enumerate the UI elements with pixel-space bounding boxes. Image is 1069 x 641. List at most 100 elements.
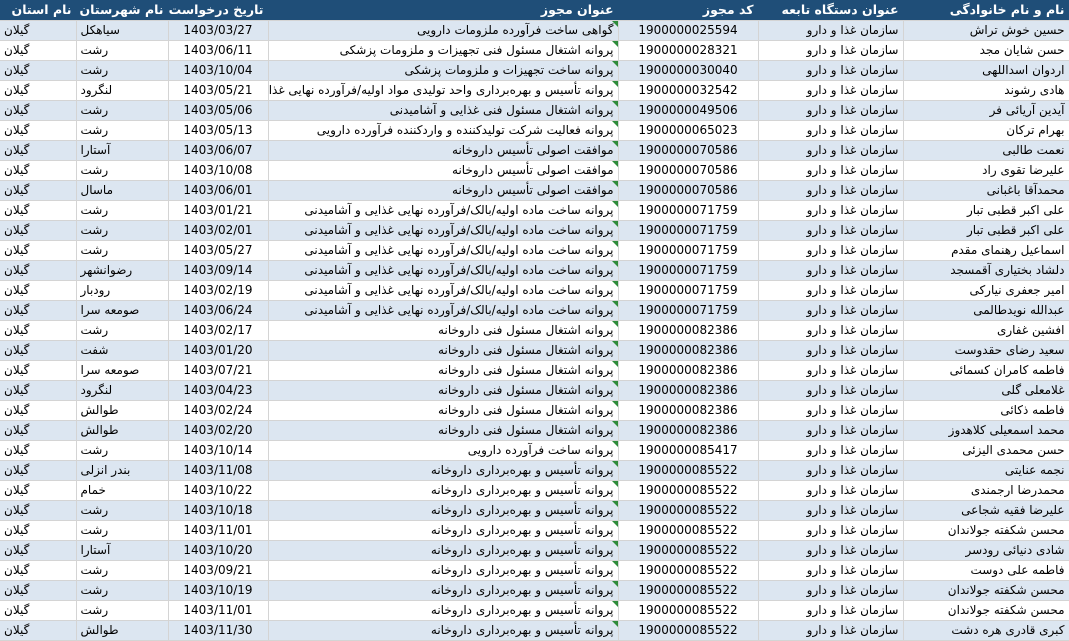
cell-title[interactable]: پروانه اشتغال مسئول فنی داروخانه [268, 340, 619, 361]
cell-name[interactable]: آیدین آریائی فر [903, 100, 1069, 121]
cell-title[interactable]: پروانه اشتغال مسئول فنی داروخانه [268, 380, 619, 401]
cell-date[interactable]: 1403/04/23 [168, 380, 269, 401]
cell-name[interactable]: محمدآقا باغبانی [903, 180, 1069, 201]
cell-name[interactable]: بهرام ترکان [903, 120, 1069, 141]
cell-province[interactable]: گیلان [0, 440, 77, 461]
cell-city[interactable]: بندر انزلی [76, 460, 169, 481]
cell-date[interactable]: 1403/06/07 [168, 140, 269, 161]
cell-org[interactable]: سازمان غذا و دارو [758, 320, 904, 341]
table-row[interactable]: غلامعلی گلی سازمان غذا و دارو 190000008238… [0, 380, 1069, 401]
column-header-name[interactable]: نام و نام خانوادگی [903, 0, 1069, 21]
cell-date[interactable]: 1403/03/27 [168, 20, 269, 41]
cell-province[interactable]: گیلان [0, 580, 77, 601]
cell-code[interactable]: 1900000085522 [618, 580, 759, 601]
cell-title[interactable]: پروانه تأسیس و بهره‌برداری داروخانه [268, 460, 619, 481]
cell-title[interactable]: پروانه اشتغال مسئول فنی داروخانه [268, 320, 619, 341]
cell-city[interactable]: طوالش [76, 400, 169, 421]
cell-city[interactable]: رشت [76, 160, 169, 181]
cell-date[interactable]: 1403/05/13 [168, 120, 269, 141]
cell-org[interactable]: سازمان غذا و دارو [758, 500, 904, 521]
table-row[interactable]: محمدرضا ارجمندی سازمان غذا و دارو 19000000… [0, 480, 1069, 501]
cell-title[interactable]: پروانه ساخت تجهیزات و ملزومات پزشکی [268, 60, 619, 81]
cell-title[interactable]: پروانه ساخت فرآورده دارویی [268, 440, 619, 461]
cell-name[interactable]: فاطمه ذکائی [903, 400, 1069, 421]
cell-title[interactable]: پروانه اشتغال مسئول فنی داروخانه [268, 360, 619, 381]
column-header-province[interactable]: نام استان [0, 0, 77, 21]
cell-code[interactable]: 1900000071759 [618, 220, 759, 241]
cell-name[interactable]: محمدرضا ارجمندی [903, 480, 1069, 501]
cell-code[interactable]: 1900000071759 [618, 200, 759, 221]
cell-city[interactable]: رشت [76, 120, 169, 141]
cell-city[interactable]: رشت [76, 580, 169, 601]
cell-city[interactable]: ماسال [76, 180, 169, 201]
cell-title[interactable]: پروانه تأسیس و بهره‌برداری داروخانه [268, 620, 619, 641]
cell-city[interactable]: آستارا [76, 540, 169, 561]
cell-name[interactable]: علیرضا فقیه شجاعی [903, 500, 1069, 521]
cell-code[interactable]: 1900000070586 [618, 180, 759, 201]
cell-org[interactable]: سازمان غذا و دارو [758, 400, 904, 421]
cell-province[interactable]: گیلان [0, 620, 77, 641]
cell-province[interactable]: گیلان [0, 340, 77, 361]
cell-province[interactable]: گیلان [0, 120, 77, 141]
cell-org[interactable]: سازمان غذا و دارو [758, 460, 904, 481]
cell-province[interactable]: گیلان [0, 260, 77, 281]
table-row[interactable]: علیرضا تقوی راد سازمان غذا و دارو 19000000… [0, 160, 1069, 181]
cell-title[interactable]: پروانه اشتغال مسئول فنی تجهیزات و ملزوما… [268, 40, 619, 61]
column-header-code[interactable]: کد مجوز [618, 0, 759, 21]
cell-name[interactable]: کبری قادری هره دشت [903, 620, 1069, 641]
cell-province[interactable]: گیلان [0, 160, 77, 181]
cell-city[interactable]: رشت [76, 500, 169, 521]
cell-title[interactable]: پروانه ساخت ماده اولیه/بالک/فرآورده نهای… [268, 240, 619, 261]
table-row[interactable]: نعمت طالبی سازمان غذا و دارو 1900000070586… [0, 140, 1069, 161]
cell-code[interactable]: 1900000082386 [618, 360, 759, 381]
cell-code[interactable]: 1900000085522 [618, 620, 759, 641]
cell-name[interactable]: فاطمه علی دوست [903, 560, 1069, 581]
cell-code[interactable]: 1900000082386 [618, 320, 759, 341]
cell-province[interactable]: گیلان [0, 100, 77, 121]
cell-date[interactable]: 1403/09/21 [168, 560, 269, 581]
cell-city[interactable]: رشت [76, 560, 169, 581]
cell-name[interactable]: امیر جعفری نیارکی [903, 280, 1069, 301]
cell-code[interactable]: 1900000071759 [618, 240, 759, 261]
cell-org[interactable]: سازمان غذا و دارو [758, 220, 904, 241]
cell-province[interactable]: گیلان [0, 40, 77, 61]
cell-province[interactable]: گیلان [0, 560, 77, 581]
cell-code[interactable]: 1900000085522 [618, 480, 759, 501]
cell-org[interactable]: سازمان غذا و دارو [758, 420, 904, 441]
table-row[interactable]: محسن شکفته جولاندان سازمان غذا و دارو 1900… [0, 520, 1069, 541]
cell-province[interactable]: گیلان [0, 300, 77, 321]
cell-name[interactable]: محسن شکفته جولاندان [903, 600, 1069, 621]
cell-name[interactable]: علی اکبر قطبی تبار [903, 200, 1069, 221]
cell-date[interactable]: 1403/11/08 [168, 460, 269, 481]
cell-code[interactable]: 1900000028321 [618, 40, 759, 61]
cell-date[interactable]: 1403/11/30 [168, 620, 269, 641]
cell-date[interactable]: 1403/01/21 [168, 200, 269, 221]
cell-code[interactable]: 1900000085417 [618, 440, 759, 461]
column-header-org[interactable]: عنوان دستگاه تابعه [758, 0, 904, 21]
cell-org[interactable]: سازمان غذا و دارو [758, 40, 904, 61]
cell-org[interactable]: سازمان غذا و دارو [758, 520, 904, 541]
cell-org[interactable]: سازمان غذا و دارو [758, 340, 904, 361]
cell-org[interactable]: سازمان غذا و دارو [758, 80, 904, 101]
cell-name[interactable]: فاطمه کامران کسمائی [903, 360, 1069, 381]
cell-code[interactable]: 1900000085522 [618, 560, 759, 581]
cell-city[interactable]: شفت [76, 340, 169, 361]
cell-city[interactable]: خمام [76, 480, 169, 501]
cell-city[interactable]: طوالش [76, 620, 169, 641]
cell-date[interactable]: 1403/07/21 [168, 360, 269, 381]
cell-org[interactable]: سازمان غذا و دارو [758, 280, 904, 301]
cell-city[interactable]: رشت [76, 100, 169, 121]
cell-date[interactable]: 1403/09/14 [168, 260, 269, 281]
cell-code[interactable]: 1900000071759 [618, 260, 759, 281]
cell-name[interactable]: شادی دنیائی رودسر [903, 540, 1069, 561]
cell-title[interactable]: پروانه ساخت ماده اولیه/بالک/فرآورده نهای… [268, 300, 619, 321]
cell-province[interactable]: گیلان [0, 180, 77, 201]
cell-code[interactable]: 1900000085522 [618, 460, 759, 481]
cell-name[interactable]: عبدالله نویدطالمی [903, 300, 1069, 321]
cell-province[interactable]: گیلان [0, 320, 77, 341]
cell-city[interactable]: رضوانشهر [76, 260, 169, 281]
cell-date[interactable]: 1403/11/01 [168, 600, 269, 621]
cell-title[interactable]: پروانه فعالیت شرکت تولیدکننده و واردکنند… [268, 120, 619, 141]
cell-province[interactable]: گیلان [0, 540, 77, 561]
cell-province[interactable]: گیلان [0, 140, 77, 161]
